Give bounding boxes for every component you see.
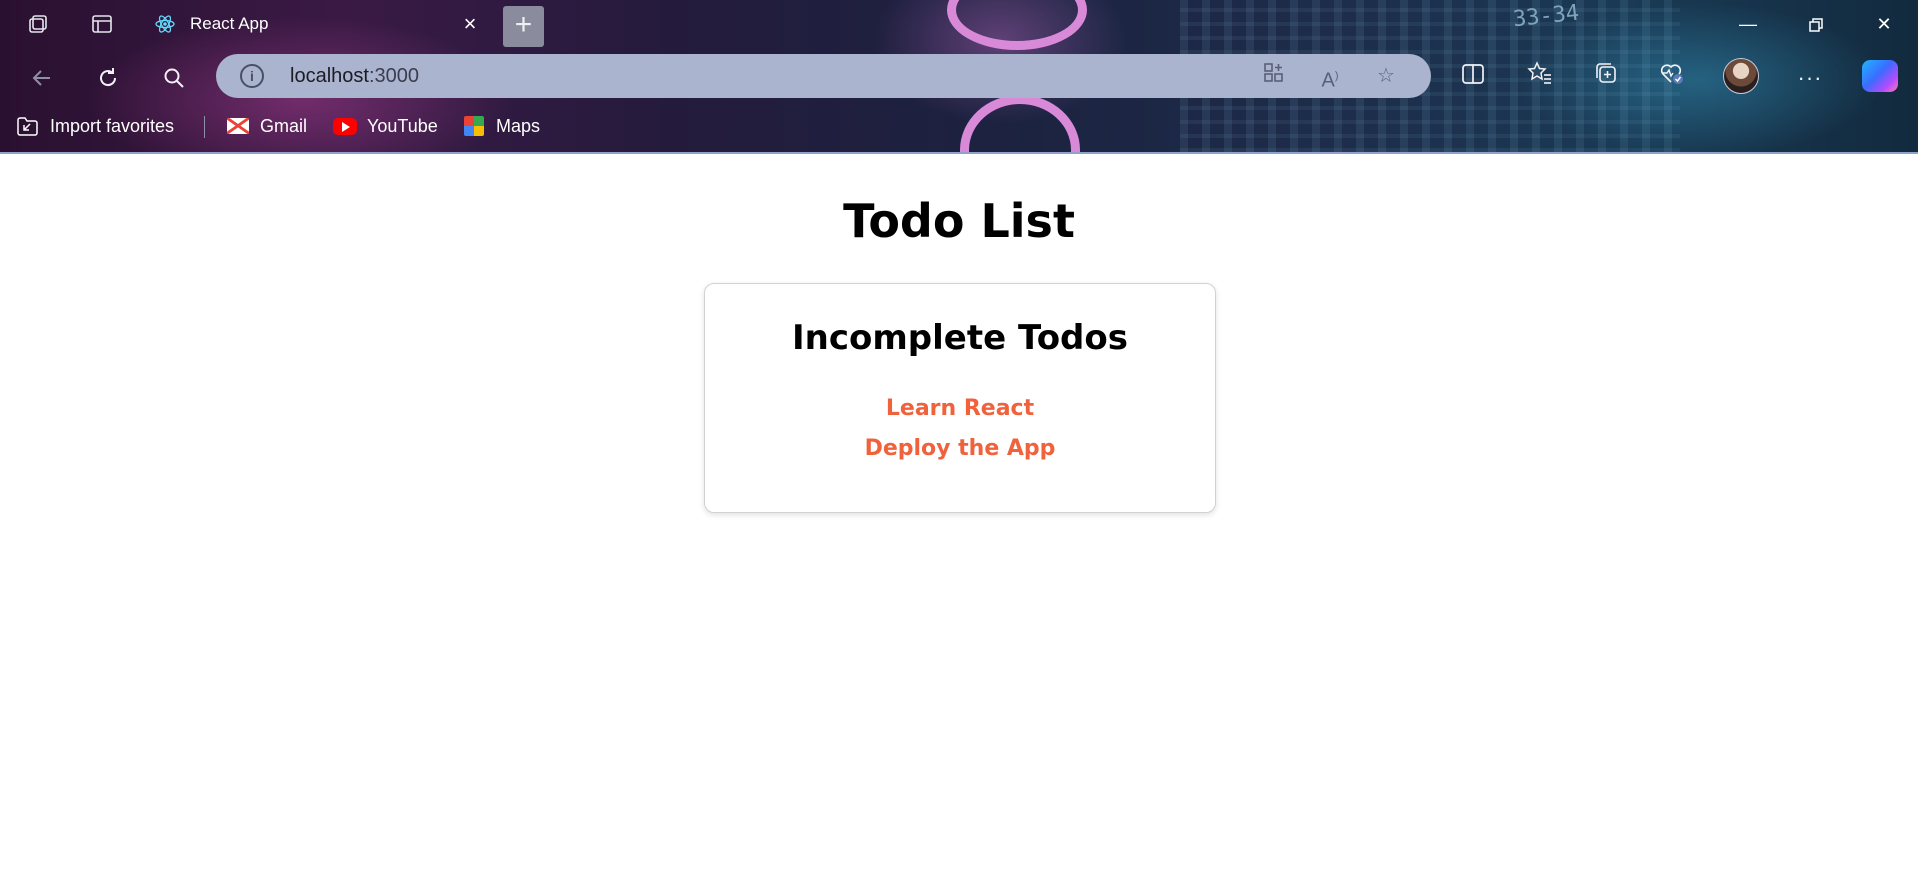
favorite-import-favorites[interactable]: Import favorites [16,112,174,140]
favorite-youtube[interactable]: YouTube [333,112,438,140]
app-available-icon[interactable] [1260,62,1288,90]
browser-essentials-icon[interactable] [1652,58,1692,98]
read-aloud-icon[interactable]: A) [1316,62,1344,92]
collections-icon[interactable] [1586,58,1626,98]
navigation-bar: i localhost:3000 A) ☆ ··· [0,52,1918,100]
tab-actions-icon[interactable] [86,8,118,40]
card-title: Incomplete Todos [792,318,1128,358]
react-atom-icon [154,13,176,35]
tab-react-app[interactable]: React App × [140,4,496,44]
favorite-label: Gmail [260,115,308,136]
more-options-icon[interactable]: ··· [1790,58,1830,98]
maps-icon [462,116,486,136]
copilot-icon[interactable] [1862,60,1898,92]
favorites-icon[interactable] [1520,58,1560,98]
todo-list: Learn React Deploy the App [705,389,1215,469]
back-button[interactable] [22,58,62,98]
todo-item[interactable]: Deploy the App [705,429,1215,469]
favorite-gmail[interactable]: Gmail [226,112,307,140]
page-content: Todo List Incomplete Todos Learn React D… [0,154,1918,888]
split-screen-icon[interactable] [1453,58,1493,98]
tab-strip: React App × + — ✕ [0,0,1918,48]
refresh-button[interactable] [88,58,128,98]
favorite-label: Import favorites [50,115,175,136]
incomplete-todos-card: Incomplete Todos Learn React Deploy the … [704,283,1216,513]
profile-avatar[interactable] [1723,58,1759,94]
gmail-icon [226,116,250,136]
todo-item[interactable]: Learn React [705,389,1215,429]
close-window-icon[interactable]: ✕ [1860,8,1908,40]
page-title: Todo List [843,194,1075,248]
site-info-icon[interactable]: i [240,64,264,88]
restore-icon[interactable] [1792,8,1840,40]
favorite-label: Maps [496,115,541,136]
address-bar[interactable]: i localhost:3000 A) ☆ [216,54,1431,98]
favorites-bar: Import favorites Gmail YouTube Maps [0,108,1918,144]
import-favorites-icon [16,116,40,136]
search-icon[interactable] [154,58,194,98]
favorites-divider [204,116,205,138]
new-tab-button[interactable]: + [503,6,544,47]
tab-close-icon[interactable]: × [458,12,482,36]
favorite-label: YouTube [367,115,438,136]
minimize-icon[interactable]: — [1724,8,1772,40]
youtube-icon [333,116,357,136]
address-url[interactable]: localhost:3000 [290,65,419,88]
tab-title: React App [190,14,269,33]
workspaces-icon[interactable] [22,8,54,40]
browser-chrome: 33-34 React App × + — ✕ i localhost:3000… [0,0,1918,154]
favorite-star-icon[interactable]: ☆ [1372,62,1400,90]
favorite-maps[interactable]: Maps [462,112,540,140]
